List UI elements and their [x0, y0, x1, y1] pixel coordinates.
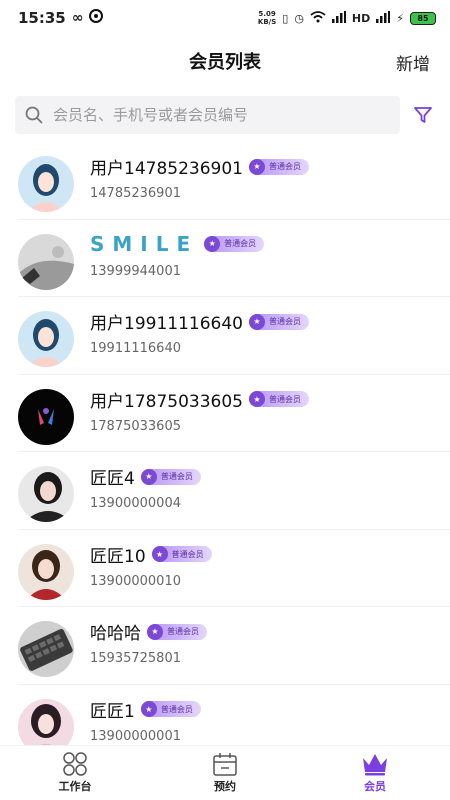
- header: 会员列表 新增: [0, 36, 450, 86]
- level-badge: ★ 普通会员: [140, 701, 201, 717]
- member-name: SMILE: [90, 231, 199, 256]
- avatar: [18, 466, 74, 522]
- star-icon: ★: [248, 158, 265, 175]
- star-icon: ★: [151, 546, 168, 562]
- hd-icon: HD: [351, 11, 371, 25]
- app-notification-icon: [89, 9, 104, 27]
- avatar: [18, 698, 74, 748]
- level-badge: ★ 普通会员: [248, 391, 309, 407]
- member-name: 用户17875033605: [90, 391, 243, 412]
- avatar: [18, 156, 74, 212]
- member-phone: 13999944001: [90, 263, 181, 279]
- net-speed: 5.09 KB/S: [257, 10, 277, 26]
- wifi-icon: [310, 10, 326, 26]
- star-icon: ★: [204, 235, 221, 252]
- bottom-nav: 工作台 预约 会员: [0, 745, 450, 800]
- member-list-item[interactable]: 匠匠10 ★ 普通会员 13900000010: [18, 530, 450, 607]
- signal-icon-2: [376, 10, 391, 26]
- signal-icon: [331, 10, 346, 26]
- member-list-item[interactable]: 哈哈哈 ★ 普通会员 15935725801: [18, 607, 450, 685]
- filter-icon: [414, 107, 432, 123]
- star-icon: ★: [147, 623, 163, 640]
- member-phone: 17875033605: [90, 418, 181, 434]
- nav-label: 工作台: [58, 780, 92, 793]
- member-phone: 19911116640: [90, 341, 181, 356]
- star-icon: ★: [248, 391, 265, 407]
- status-bar: 15:35 ∞ 5.09 KB/S ▯ ◷ HD ⚡ 85: [0, 0, 450, 36]
- member-list-item[interactable]: 用户19911116640 ★ 普通会员 19911116640: [18, 297, 450, 375]
- crown-icon: [363, 754, 387, 776]
- battery-indicator: 85: [410, 11, 436, 25]
- member-list-item[interactable]: 用户17875033605 ★ 普通会员 17875033605: [18, 375, 450, 452]
- avatar: [18, 388, 74, 445]
- grid-icon: [63, 752, 87, 776]
- alarm-icon: ◷: [294, 11, 304, 25]
- filter-button[interactable]: [412, 104, 434, 126]
- member-name: 匠匠4: [90, 469, 135, 489]
- member-list-item[interactable]: 用户14785236901 ★ 普通会员 14785236901: [18, 142, 450, 220]
- status-time: 15:35: [18, 9, 66, 27]
- member-name: 匠匠1: [90, 701, 135, 722]
- member-name: 用户19911116640: [90, 314, 243, 334]
- nav-item-appointment[interactable]: 预约: [150, 746, 300, 800]
- member-list-item[interactable]: 匠匠1 ★ 普通会员 13900000001: [18, 685, 450, 748]
- charging-icon: ⚡: [396, 11, 404, 25]
- add-member-button[interactable]: 新增: [396, 50, 430, 75]
- avatar: [18, 233, 74, 290]
- level-badge: ★ 普通会员: [151, 546, 212, 562]
- member-name: 哈哈哈: [90, 624, 141, 644]
- member-phone: 13900000010: [90, 573, 181, 589]
- member-name: 匠匠10: [90, 546, 146, 567]
- nav-item-member[interactable]: 会员: [300, 746, 450, 800]
- member-list-item[interactable]: SMILE ★ 普通会员 13999944001: [18, 220, 450, 297]
- member-phone: 15935725801: [90, 651, 181, 666]
- member-list: 用户14785236901 ★ 普通会员 14785236901 SMILE ★ 普…: [0, 142, 450, 748]
- level-badge: ★ 普通会员: [248, 158, 309, 175]
- nav-label: 预约: [214, 780, 236, 793]
- star-icon: ★: [140, 468, 157, 485]
- star-icon: ★: [140, 701, 157, 717]
- nav-item-workbench[interactable]: 工作台: [0, 746, 150, 800]
- star-icon: ★: [248, 313, 265, 330]
- member-phone: 13900000004: [90, 496, 181, 511]
- calendar-icon: [213, 753, 237, 776]
- avatar: [18, 543, 74, 600]
- level-badge: ★ 普通会员: [248, 313, 309, 330]
- search-box[interactable]: [15, 96, 400, 134]
- page-title: 会员列表: [189, 52, 261, 73]
- search-row: [15, 96, 440, 134]
- nav-label: 会员: [364, 780, 386, 793]
- avatar: [18, 311, 74, 367]
- search-input[interactable]: [53, 106, 373, 124]
- member-phone: 13900000001: [90, 728, 181, 744]
- level-badge: ★ 普通会员: [140, 468, 201, 485]
- level-badge: ★ 普通会员: [147, 623, 207, 640]
- infinity-icon: ∞: [71, 10, 84, 26]
- vibrate-icon: ▯: [282, 11, 289, 25]
- member-phone: 14785236901: [90, 186, 181, 201]
- member-name: 用户14785236901: [90, 159, 243, 179]
- member-list-item[interactable]: 匠匠4 ★ 普通会员 13900000004: [18, 452, 450, 530]
- avatar: [18, 621, 74, 677]
- level-badge: ★ 普通会员: [204, 235, 265, 252]
- search-icon: [25, 106, 43, 124]
